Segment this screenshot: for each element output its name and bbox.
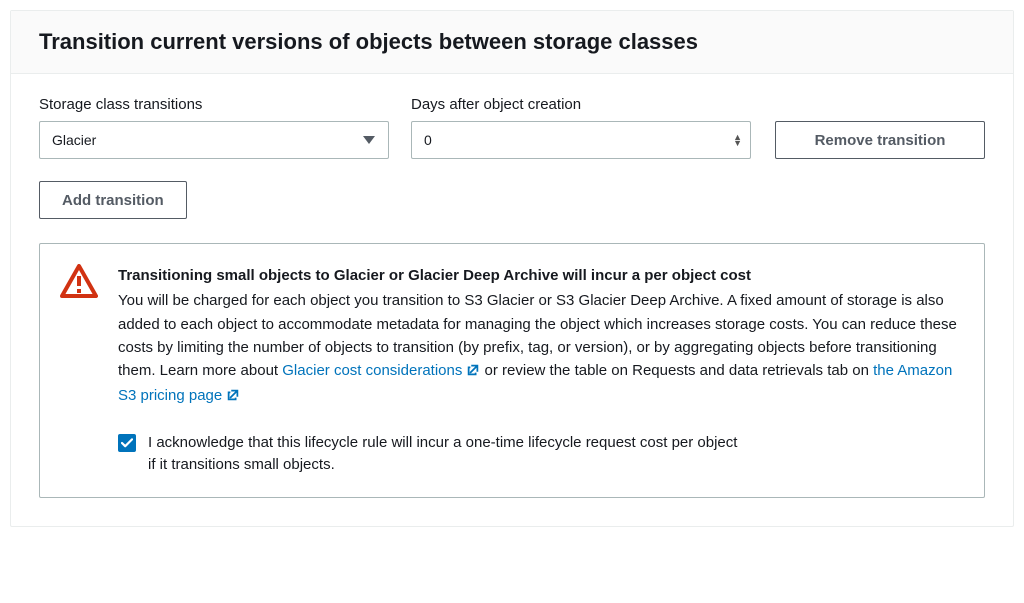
remove-col: Remove transition [773, 96, 985, 159]
remove-transition-button[interactable]: Remove transition [775, 121, 985, 159]
panel-header: Transition current versions of objects b… [11, 11, 1013, 74]
external-link-icon [226, 386, 240, 409]
transition-row: Storage class transitions Glacier Days a… [39, 96, 985, 159]
days-input[interactable]: 0 ▲▼ [411, 121, 751, 159]
storage-class-label: Storage class transitions [39, 96, 389, 113]
external-link-icon [466, 361, 480, 384]
transition-panel: Transition current versions of objects b… [10, 10, 1014, 527]
add-transition-button[interactable]: Add transition [39, 181, 187, 219]
acknowledge-text: I acknowledge that this lifecycle rule w… [148, 432, 748, 477]
alert-body: You will be charged for each object you … [118, 289, 964, 409]
days-value: 0 [424, 132, 432, 148]
caret-down-icon [362, 132, 376, 148]
storage-class-field: Storage class transitions Glacier [39, 96, 389, 159]
days-label: Days after object creation [411, 96, 751, 113]
warning-icon [60, 264, 102, 301]
alert-content: Transitioning small objects to Glacier o… [118, 264, 964, 477]
glacier-cost-alert: Transitioning small objects to Glacier o… [39, 243, 985, 498]
acknowledge-row: I acknowledge that this lifecycle rule w… [118, 432, 964, 477]
panel-title: Transition current versions of objects b… [39, 29, 985, 55]
panel-body: Storage class transitions Glacier Days a… [11, 74, 1013, 526]
number-stepper-icon[interactable]: ▲▼ [733, 134, 742, 146]
glacier-cost-link[interactable]: Glacier cost considerations [282, 362, 480, 379]
acknowledge-checkbox[interactable] [118, 434, 136, 452]
storage-class-value: Glacier [52, 132, 96, 148]
alert-title: Transitioning small objects to Glacier o… [118, 264, 964, 287]
storage-class-select[interactable]: Glacier [39, 121, 389, 159]
add-row: Add transition [39, 181, 985, 219]
days-field: Days after object creation 0 ▲▼ [411, 96, 751, 159]
